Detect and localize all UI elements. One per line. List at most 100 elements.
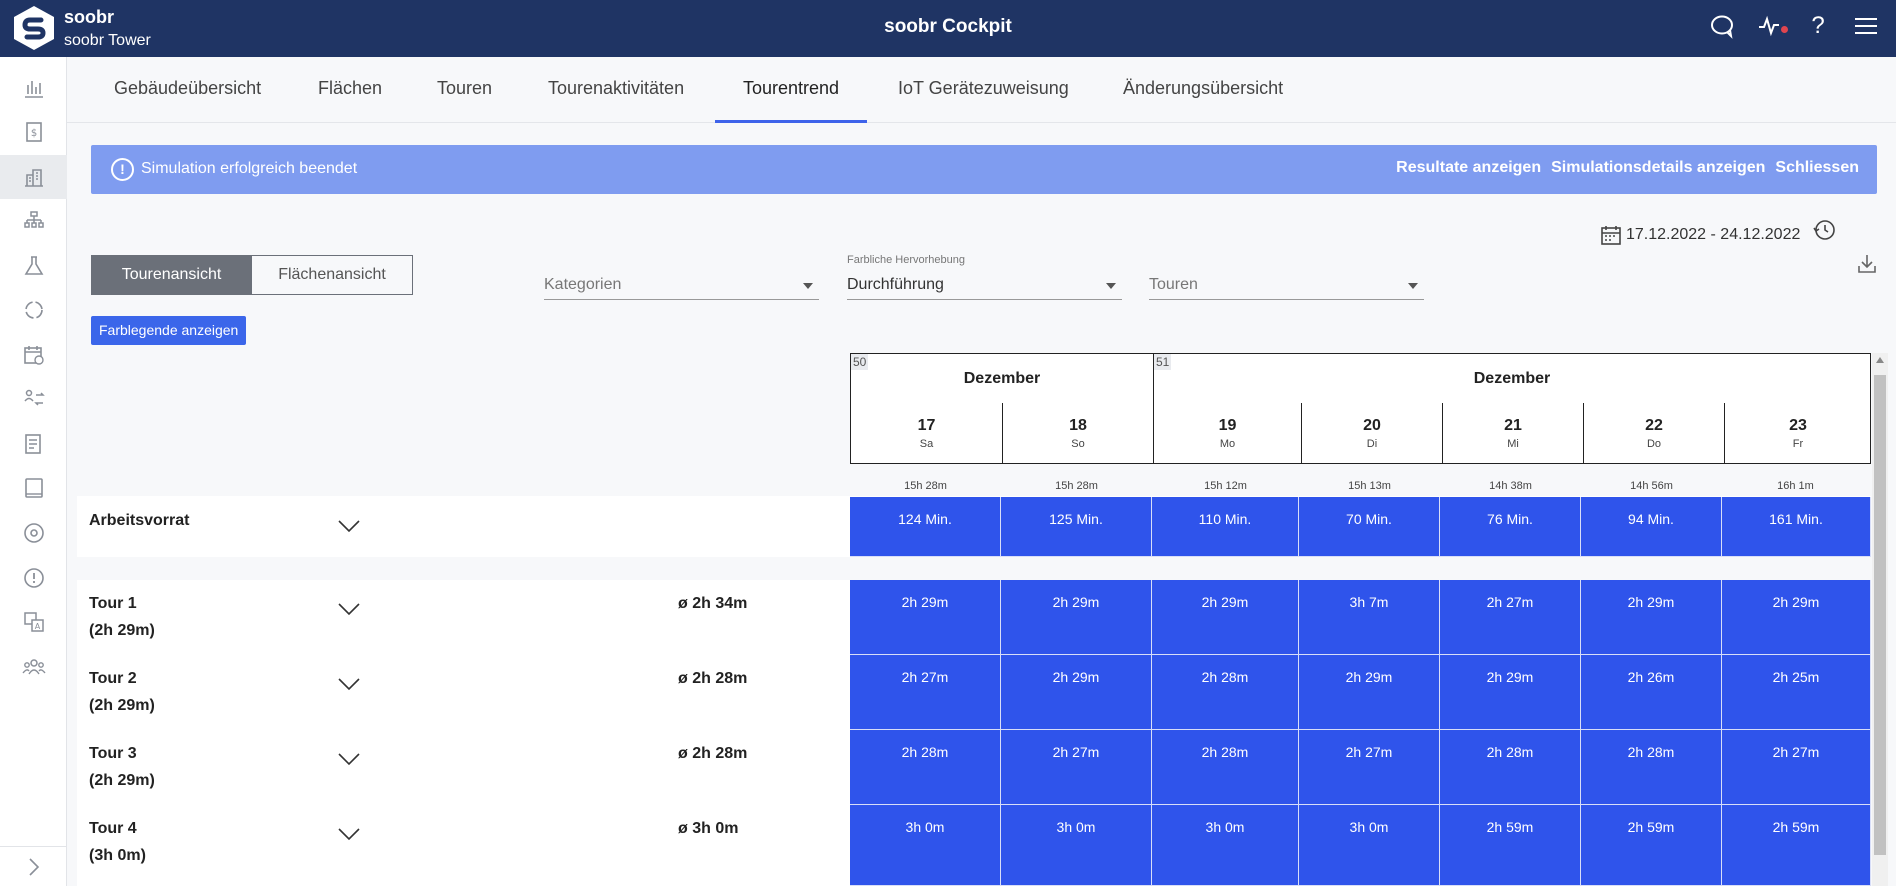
highlight-select[interactable]: Farbliche Hervorhebung Durchführung (847, 254, 1122, 300)
backlog-cell[interactable]: 76 Min. (1440, 497, 1581, 557)
download-icon[interactable] (1856, 252, 1878, 276)
show-simulation-details-link[interactable]: Simulationsdetails anzeigen (1551, 159, 1765, 177)
tour-day-cell[interactable]: 2h 29m (1581, 580, 1722, 655)
tour-day-cell[interactable]: 3h 0m (1001, 805, 1152, 886)
tour-day-cell[interactable]: 2h 59m (1722, 805, 1871, 886)
backlog-cell[interactable]: 70 Min. (1299, 497, 1440, 557)
tour-day-cell[interactable]: 2h 29m (1440, 655, 1581, 730)
chevron-down-icon[interactable] (338, 602, 360, 616)
tour-day-cell[interactable]: 2h 29m (850, 580, 1001, 655)
backlog-cell[interactable]: 94 Min. (1581, 497, 1722, 557)
tour-day-cell[interactable]: 2h 29m (1299, 655, 1440, 730)
tab-aenderungsuebersicht[interactable]: Änderungsübersicht (1123, 57, 1283, 123)
tab-touren[interactable]: Touren (437, 57, 492, 123)
tour-day-cell[interactable]: 2h 29m (1001, 580, 1152, 655)
vertical-scrollbar[interactable] (1872, 353, 1888, 886)
simulation-alert: ! Simulation erfolgreich beendet Resulta… (91, 145, 1877, 194)
tour-average: ø 2h 34m (678, 595, 748, 612)
tour-day-cell[interactable]: 3h 0m (1152, 805, 1299, 886)
date-range-picker[interactable]: 17.12.2022 - 24.12.2022 (1600, 220, 1838, 246)
caret-down-icon (1408, 283, 1418, 289)
chat-icon[interactable] (1708, 12, 1736, 40)
sensor-icon[interactable] (0, 511, 67, 555)
tour-day-cell[interactable]: 2h 28m (1440, 730, 1581, 805)
tablet-icon[interactable] (0, 466, 67, 510)
scroll-up-icon[interactable] (1876, 357, 1884, 363)
categories-select[interactable]: Kategorien (544, 254, 819, 300)
tour-day-cell[interactable]: 2h 27m (1001, 730, 1152, 805)
tour-day-cell[interactable]: 2h 27m (1299, 730, 1440, 805)
area-view-button[interactable]: Flächenansicht (252, 255, 413, 295)
team-icon[interactable] (0, 645, 67, 689)
chevron-down-icon[interactable] (338, 519, 360, 533)
building-icon[interactable] (0, 155, 67, 199)
backlog-cell[interactable]: 161 Min. (1722, 497, 1871, 557)
chevron-down-icon[interactable] (338, 752, 360, 766)
day-header: 20 Di (1301, 403, 1442, 463)
tour-view-button[interactable]: Tourenansicht (91, 255, 252, 295)
translate-icon[interactable]: A (0, 600, 67, 644)
backlog-cell[interactable]: 125 Min. (1001, 497, 1152, 557)
svg-text:$: $ (30, 128, 36, 139)
tour-day-cell[interactable]: 2h 27m (850, 655, 1001, 730)
day-header: 22 Do (1583, 403, 1724, 463)
tour-day-cell[interactable]: 2h 28m (850, 730, 1001, 805)
tour-day-cell[interactable]: 2h 59m (1581, 805, 1722, 886)
tab-gebaeudeuebersicht[interactable]: Gebäudeübersicht (114, 57, 261, 123)
app-title: soobr Cockpit (884, 16, 1012, 37)
list-icon[interactable] (0, 422, 67, 466)
close-alert-link[interactable]: Schliessen (1775, 159, 1859, 177)
tour-average: ø 2h 28m (678, 670, 748, 687)
tour-day-cell[interactable]: 2h 25m (1722, 655, 1871, 730)
chevron-down-icon[interactable] (338, 677, 360, 691)
day-name: Di (1366, 438, 1378, 450)
tour-day-cell[interactable]: 2h 29m (1001, 655, 1152, 730)
svg-text:A: A (34, 622, 40, 631)
tour-day-cell[interactable]: 3h 0m (850, 805, 1001, 886)
invoice-icon[interactable]: $ (0, 110, 67, 154)
show-results-link[interactable]: Resultate anzeigen (1396, 159, 1541, 177)
tour-average: ø 3h 0m (678, 820, 739, 837)
org-chart-icon[interactable] (0, 199, 67, 243)
sidebar-expand-button[interactable] (0, 846, 67, 886)
tour-name: Tour 4 (89, 820, 137, 837)
tour-day-cell[interactable]: 2h 29m (1152, 580, 1299, 655)
building-name[interactable]: soobr Tower (64, 32, 151, 50)
history-icon[interactable] (1812, 217, 1838, 243)
tour-day-cell[interactable]: 2h 29m (1722, 580, 1871, 655)
tour-day-cell[interactable]: 3h 0m (1299, 805, 1440, 886)
help-icon[interactable]: ? (1804, 12, 1832, 40)
chevron-down-icon[interactable] (338, 827, 360, 841)
tours-select[interactable]: Touren (1149, 254, 1424, 300)
tab-tourentrend[interactable]: Tourentrend (715, 57, 867, 123)
transfer-icon[interactable] (0, 377, 67, 421)
tour-day-cell[interactable]: 2h 27m (1722, 730, 1871, 805)
activity-icon[interactable] (1756, 12, 1788, 40)
backlog-cell[interactable]: 124 Min. (850, 497, 1001, 557)
sidebar: $ A (0, 57, 67, 886)
backlog-cell[interactable]: 110 Min. (1152, 497, 1299, 557)
soobr-logo-icon[interactable] (12, 5, 56, 51)
tour-day-cell[interactable]: 2h 59m (1440, 805, 1581, 886)
scrollbar-thumb[interactable] (1874, 375, 1886, 855)
tab-tourenaktivitaeten[interactable]: Tourenaktivitäten (548, 57, 684, 123)
tour-day-cell[interactable]: 2h 27m (1440, 580, 1581, 655)
menu-icon[interactable] (1852, 12, 1880, 40)
bar-chart-icon[interactable] (0, 66, 67, 110)
day-number: 21 (1504, 417, 1522, 434)
flask-icon[interactable] (0, 244, 67, 288)
cycle-icon[interactable] (0, 288, 67, 332)
week-50: 50 Dezember 17 Sa 18 So (851, 354, 1153, 463)
tour-day-cell[interactable]: 2h 28m (1152, 730, 1299, 805)
tour-day-cell[interactable]: 3h 7m (1299, 580, 1440, 655)
tab-bar: Gebäudeübersicht Flächen Touren Tourenak… (67, 57, 1896, 123)
tour-day-cell[interactable]: 2h 28m (1152, 655, 1299, 730)
daily-duration: 15h 28m (1055, 480, 1098, 492)
show-color-legend-button[interactable]: Farblegende anzeigen (91, 316, 247, 345)
tab-iot-geraetezuweisung[interactable]: IoT Gerätezuweisung (898, 57, 1069, 123)
tour-day-cell[interactable]: 2h 26m (1581, 655, 1722, 730)
tab-flaechen[interactable]: Flächen (318, 57, 382, 123)
tour-day-cell[interactable]: 2h 28m (1581, 730, 1722, 805)
calendar-clock-icon[interactable] (0, 333, 67, 377)
alert-icon[interactable] (0, 556, 67, 600)
